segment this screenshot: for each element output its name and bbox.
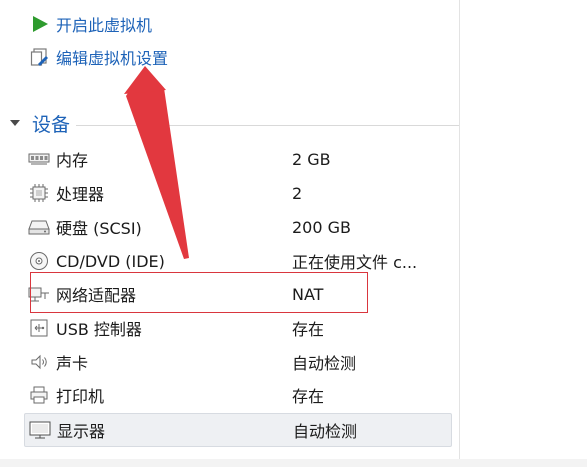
device-name: USB 控制器: [56, 320, 142, 339]
bottom-strip: [0, 459, 587, 467]
device-value: 存在: [292, 387, 325, 406]
edit-vm-settings-command[interactable]: 编辑虚拟机设置: [30, 45, 168, 69]
device-row-memory[interactable]: 内存 2 GB: [24, 143, 450, 175]
vm-summary-pane: 开启此虚拟机 编辑虚拟机设置 设备 内存 2 GB 处理器 2 硬盘 (SCSI…: [0, 0, 459, 467]
device-value: 200 GB: [292, 217, 351, 237]
device-value: 自动检测: [292, 354, 357, 373]
collapse-triangle-icon[interactable]: [8, 116, 22, 130]
section-divider: [76, 124, 459, 126]
device-name: 声卡: [56, 354, 89, 373]
device-name: 打印机: [56, 387, 105, 406]
start-vm-command[interactable]: 开启此虚拟机: [30, 12, 152, 36]
device-row-sound-card[interactable]: 声卡 自动检测: [24, 346, 450, 378]
device-value: 2: [292, 183, 303, 203]
printer-icon: [28, 384, 50, 406]
device-name: 硬盘 (SCSI): [56, 219, 142, 238]
device-row-hard-disk[interactable]: 硬盘 (SCSI) 200 GB: [24, 211, 450, 243]
device-name: 显示器: [57, 422, 106, 441]
device-name: 处理器: [56, 185, 105, 204]
right-pane: [459, 0, 587, 467]
usb-icon: [28, 317, 50, 339]
edit-settings-icon: [30, 47, 50, 67]
memory-icon: [28, 148, 50, 170]
sound-card-icon: [28, 351, 50, 373]
device-value: 正在使用文件 c...: [292, 253, 418, 272]
processor-icon: [28, 182, 50, 204]
start-vm-label: 开启此虚拟机: [56, 16, 153, 35]
edit-vm-settings-label: 编辑虚拟机设置: [56, 49, 169, 68]
device-row-usb-controller[interactable]: USB 控制器 存在: [24, 312, 450, 344]
devices-section-title: 设备: [32, 113, 71, 136]
device-row-printer[interactable]: 打印机 存在: [24, 379, 450, 411]
device-row-display[interactable]: 显示器 自动检测: [24, 413, 452, 447]
display-icon: [29, 419, 51, 441]
play-icon: [30, 14, 50, 34]
device-row-processor[interactable]: 处理器 2: [24, 177, 450, 209]
devices-section-header[interactable]: 设备: [8, 110, 459, 136]
hard-disk-icon: [28, 216, 50, 238]
device-name: CD/DVD (IDE): [56, 251, 165, 271]
cd-dvd-icon: [28, 250, 50, 272]
annotation-highlight-box: [30, 272, 368, 313]
device-value: 2 GB: [292, 149, 331, 169]
device-value: 存在: [292, 320, 325, 339]
device-name: 内存: [56, 151, 89, 170]
device-value: 自动检测: [293, 422, 358, 441]
